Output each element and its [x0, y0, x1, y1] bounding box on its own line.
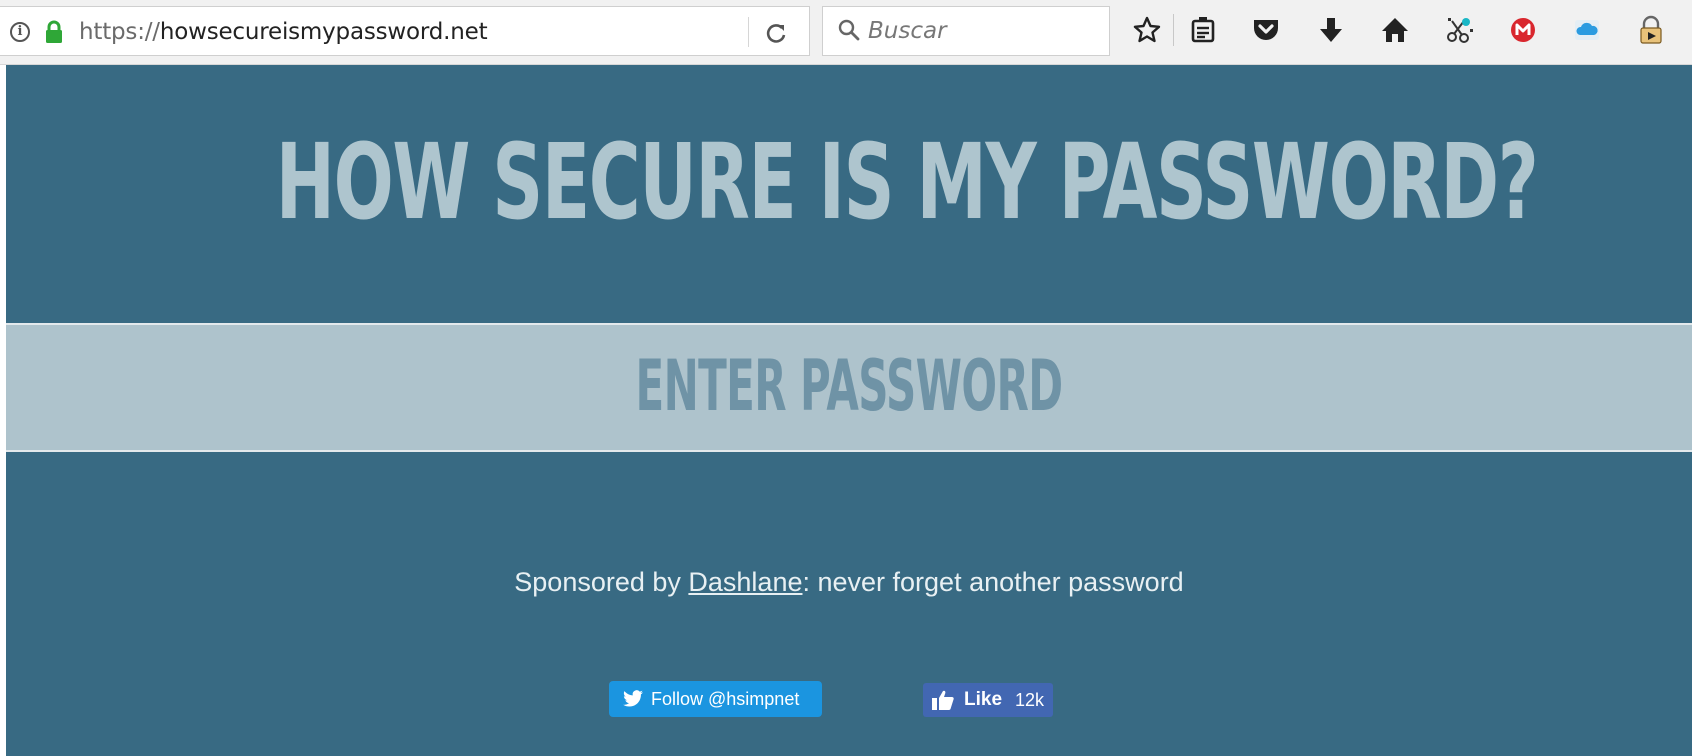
- sponsor-suffix: : never forget another password: [802, 567, 1184, 597]
- search-bar[interactable]: [822, 6, 1110, 56]
- pocket-icon[interactable]: [1251, 15, 1281, 45]
- sponsor-text: Sponsored by Dashlane: never forget anot…: [6, 565, 1692, 599]
- download-icon[interactable]: [1316, 15, 1346, 45]
- page-title: HOW SECURE IS MY PASSWORD?: [275, 121, 1539, 243]
- screenshot-extension-icon[interactable]: [1444, 15, 1474, 45]
- mega-extension-icon[interactable]: [1508, 15, 1538, 45]
- twitter-follow-label: Follow @hsimpnet: [651, 689, 800, 709]
- facebook-like-button[interactable]: Like 12k: [923, 683, 1053, 717]
- password-field-band[interactable]: ENTER PASSWORD: [6, 325, 1692, 452]
- page-body: HOW SECURE IS MY PASSWORD? ENTER PASSWOR…: [6, 65, 1692, 756]
- facebook-like-label: Like: [964, 689, 1003, 710]
- site-info-icon[interactable]: i: [10, 22, 30, 42]
- dashlane-link[interactable]: Dashlane: [688, 567, 802, 597]
- facebook-like-count: 12k: [1015, 690, 1045, 710]
- cloud-extension-icon[interactable]: [1572, 15, 1602, 45]
- reader-view-icon[interactable]: [1188, 15, 1218, 45]
- toolbar-separator: [1173, 14, 1174, 46]
- password-input[interactable]: [6, 325, 1692, 450]
- twitter-follow-button[interactable]: Follow @hsimpnet: [609, 681, 822, 717]
- bookmark-star-icon[interactable]: [1132, 15, 1162, 45]
- reload-icon[interactable]: [764, 21, 788, 45]
- sponsor-prefix: Sponsored by: [514, 567, 689, 597]
- twitter-bird-icon: [623, 690, 643, 707]
- url-separator: [748, 17, 749, 47]
- hero-section: HOW SECURE IS MY PASSWORD?: [6, 65, 1692, 325]
- home-icon[interactable]: [1380, 15, 1410, 45]
- lock-icon[interactable]: [43, 20, 65, 44]
- url-scheme: https://: [79, 19, 160, 45]
- url-bar[interactable]: i https://howsecureismypassword.net: [0, 6, 810, 56]
- url-host: howsecureismypassword.net: [159, 19, 488, 45]
- lock-extension-icon[interactable]: [1636, 15, 1666, 45]
- search-icon: [838, 19, 860, 41]
- thumbs-up-icon: [932, 690, 954, 710]
- url-text[interactable]: https://howsecureismypassword.net: [79, 19, 488, 45]
- search-input[interactable]: [868, 17, 1098, 45]
- browser-toolbar: i https://howsecureismypassword.net: [0, 0, 1692, 65]
